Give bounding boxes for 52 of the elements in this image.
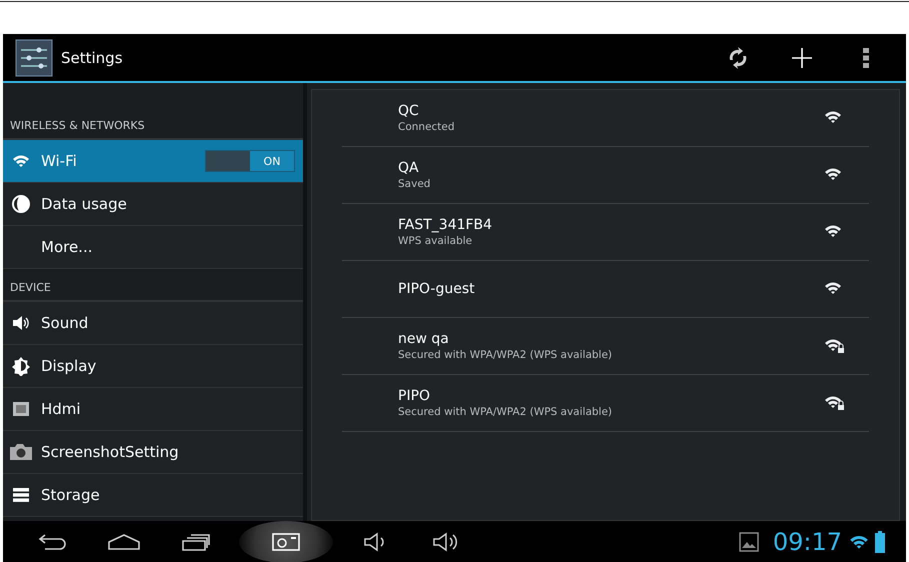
wifi-icon <box>848 533 870 551</box>
network-item[interactable]: FAST_341FB4 WPS available <box>342 204 869 261</box>
settings-item[interactable]: Display <box>3 345 303 388</box>
battery-icon <box>874 531 886 553</box>
speaker-icon <box>11 313 31 333</box>
settings-sliders-icon[interactable] <box>15 38 53 76</box>
network-name: QA <box>398 160 420 176</box>
item-label: Data usage <box>41 195 127 213</box>
item-label: More... <box>41 238 92 256</box>
network-name: PIPO-guest <box>398 281 476 297</box>
network-name: new qa <box>398 331 450 347</box>
add-icon[interactable] <box>790 46 814 70</box>
app-title: Settings <box>61 48 123 66</box>
settings-item[interactable]: Data usage <box>3 183 303 226</box>
item-label: Sound <box>41 314 88 332</box>
network-status: Secured with WPA/WPA2 (WPS available) <box>398 349 614 361</box>
gallery-icon[interactable] <box>738 532 759 552</box>
item-label: Wi-Fi <box>41 152 77 170</box>
item-label: ScreenshotSetting <box>41 443 179 461</box>
item-label: Storage <box>41 486 100 504</box>
recent-apps-icon[interactable] <box>181 533 211 551</box>
settings-item[interactable]: Storage <box>3 474 303 517</box>
network-status: Saved <box>398 178 432 190</box>
settings-item[interactable]: More... <box>3 226 303 269</box>
item-label: Display <box>41 357 96 375</box>
settings-item[interactable]: Sound <box>3 302 303 345</box>
back-icon[interactable] <box>37 533 67 551</box>
screen-icon <box>11 399 31 419</box>
home-icon[interactable] <box>107 533 141 551</box>
settings-item[interactable]: ScreenshotSetting <box>3 431 303 474</box>
network-name: FAST_341FB4 <box>398 217 494 233</box>
wifi-switch[interactable]: ON <box>205 150 295 172</box>
network-status: WPS available <box>398 235 474 247</box>
clock: 09:17 <box>772 528 842 556</box>
network-item[interactable]: new qa Secured with WPA/WPA2 (WPS available) <box>342 318 869 375</box>
pie-chart-icon <box>11 194 31 214</box>
overflow-menu-icon[interactable] <box>863 48 869 68</box>
network-status: Connected <box>398 121 456 133</box>
network-name: QC <box>398 103 420 119</box>
brightness-icon <box>11 356 31 376</box>
network-item[interactable]: QC Connected <box>342 90 869 147</box>
network-item[interactable]: PIPO Secured with WPA/WPA2 (WPS available) <box>342 375 869 432</box>
settings-item[interactable]: Wi-Fi ON <box>3 140 303 183</box>
network-item[interactable]: QA Saved <box>342 147 869 204</box>
network-item[interactable]: PIPO-guest <box>342 261 869 318</box>
settings-item[interactable]: Hdmi <box>3 388 303 431</box>
storage-icon <box>11 485 31 505</box>
network-name: PIPO <box>398 388 432 404</box>
camera-icon <box>9 442 33 462</box>
network-status: Secured with WPA/WPA2 (WPS available) <box>398 406 614 418</box>
item-label: Hdmi <box>41 400 81 418</box>
camera-icon <box>272 532 300 552</box>
